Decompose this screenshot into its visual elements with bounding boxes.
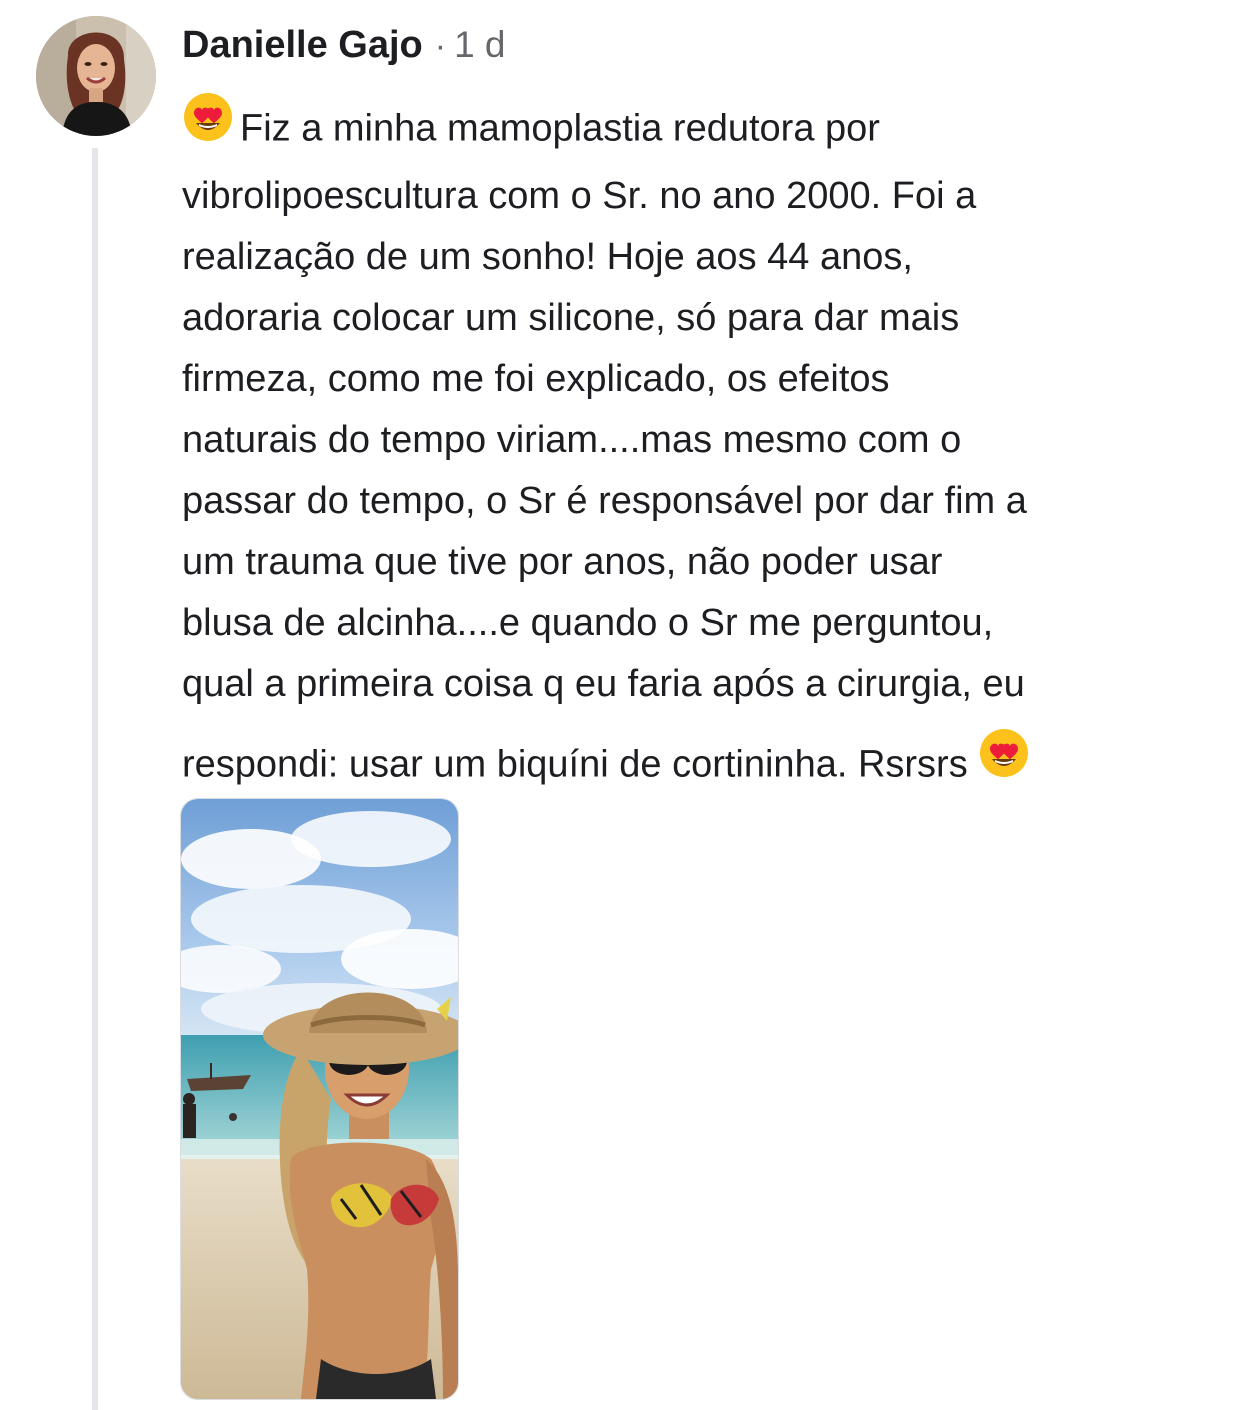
heart-eyes-emoji-icon <box>182 91 234 162</box>
author-name[interactable]: Danielle Gajo <box>182 24 423 67</box>
comment-line-6: naturais do tempo viriam....mas mesmo co… <box>182 419 962 461</box>
separator-dot: · <box>434 27 447 65</box>
comment-text-line: respondi: usar um biquíni de cortininha.… <box>182 743 968 786</box>
comment-line-8: um trauma que tive por anos, não poder u… <box>182 541 943 583</box>
comment-line-2: vibrolipoescultura com o Sr. no ano 2000… <box>182 175 977 217</box>
thread-line <box>92 148 98 1410</box>
comment-header: Danielle Gajo · 1 d <box>182 24 506 68</box>
comment-line-4: adoraria colocar um silicone, só para da… <box>182 297 960 339</box>
avatar[interactable] <box>36 16 156 136</box>
comment-line-9: blusa de alcinha....e quando o Sr me per… <box>182 602 994 644</box>
comment-line-3: realização de um sonho! Hoje aos 44 anos… <box>182 236 913 278</box>
comment-line-5: firmeza, como me foi explicado, os efeit… <box>182 358 890 400</box>
avatar-photo <box>36 16 156 136</box>
attached-photo[interactable] <box>180 798 459 1400</box>
comment-text-line: Fiz a minha mamoplastia redutora por <box>240 107 880 150</box>
comment-body: Fiz a minha mamoplastia redutora por vib… <box>182 93 1212 802</box>
comment-line-7: passar do tempo, o Sr é responsável por … <box>182 480 1027 522</box>
heart-eyes-emoji-icon <box>978 727 1030 798</box>
timestamp[interactable]: 1 d <box>454 24 505 66</box>
beach-photo-icon <box>181 799 458 1399</box>
comment-line-1: Fiz a minha mamoplastia redutora por <box>182 93 1212 166</box>
comment-line-10: qual a primeira coisa q eu faria após a … <box>182 663 1025 705</box>
comment-line-11: respondi: usar um biquíni de cortininha.… <box>182 729 1212 802</box>
